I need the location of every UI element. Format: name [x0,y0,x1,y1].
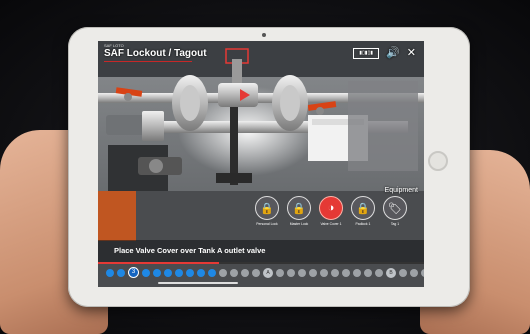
step-dot[interactable] [208,268,216,277]
step-dot[interactable] [410,268,418,277]
step-marker[interactable]: B [386,267,396,278]
step-dot[interactable] [309,268,317,277]
step-dot-current[interactable]: 3 [128,267,139,278]
step-dot[interactable] [175,268,183,277]
step-dot[interactable] [375,268,383,277]
equipment-item-master-lock[interactable]: 🔒 Master Lock [286,196,312,226]
step-marker[interactable]: A [263,267,273,278]
equipment-label: Equipment [384,187,418,194]
hud-toolbar: ▮▯▮▯▮ 🔊 ✕ [353,47,416,59]
scrub-handle[interactable] [158,282,238,284]
step-dot[interactable] [276,268,284,277]
equipment-label-tag: Tag 1 [390,222,400,226]
close-icon[interactable]: ✕ [407,47,416,59]
equipment-tray: 🔒 Personal Lock 🔒 Master Lock ◑ Valve Co… [254,196,408,226]
step-dot[interactable] [219,268,227,277]
step-dot[interactable] [342,268,350,277]
step-dot[interactable] [320,268,328,277]
equipment-item-valve-cover[interactable]: ◑ Valve Cover 1 [318,196,344,226]
equipment-label-master-lock: Master Lock [289,222,309,226]
step-dot[interactable] [197,268,205,277]
equipment-item-personal-lock[interactable]: 🔒 Personal Lock [254,196,280,226]
step-dot[interactable] [230,268,238,277]
step-dot[interactable] [399,268,407,277]
tag-icon: 🏷 [383,196,407,220]
app-screen: SAF LOTO SAF Lockout / Tagout ▮▯▮▯▮ 🔊 ✕ … [98,41,424,287]
equipment-label-valve-cover: Valve Cover 1 [320,222,342,226]
lock-icon: 🔒 [255,196,279,220]
equipment-label-personal-lock: Personal Lock [256,222,278,226]
equipment-item-padlock[interactable]: 🔒 Padlock 1 [350,196,376,226]
speaker-icon[interactable]: 🔊 [386,47,400,59]
instruction-text: Place Valve Cover over Tank A outlet val… [114,246,266,255]
step-dot[interactable] [142,268,150,277]
equipment-item-tag[interactable]: 🏷 Tag 1 [382,196,408,226]
valve-cover-icon: ◑ [319,196,343,220]
qr-code-icon[interactable]: ▮▯▮▯▮ [353,47,380,59]
step-dot[interactable] [331,268,339,277]
step-dot[interactable] [186,268,194,277]
step-dot-completed[interactable] [117,268,125,277]
step-dot[interactable] [353,268,361,277]
step-dot[interactable] [164,268,172,277]
lock-icon: 🔒 [287,196,311,220]
padlock-icon: 🔒 [351,196,375,220]
step-dot[interactable] [153,268,161,277]
page-title: SAF Lockout / Tagout [104,48,207,59]
step-dot[interactable] [421,268,424,277]
step-dot[interactable] [241,268,249,277]
step-dot[interactable] [287,268,295,277]
title-underline [104,61,192,62]
progress-fill [98,262,219,264]
step-indicator: 3 A B [106,267,424,278]
step-dot-completed[interactable] [106,268,114,277]
step-dot[interactable] [298,268,306,277]
step-dot[interactable] [364,268,372,277]
home-button[interactable] [428,151,448,171]
step-dot[interactable] [252,268,260,277]
front-camera [262,33,266,37]
equipment-label-padlock: Padlock 1 [355,222,371,226]
